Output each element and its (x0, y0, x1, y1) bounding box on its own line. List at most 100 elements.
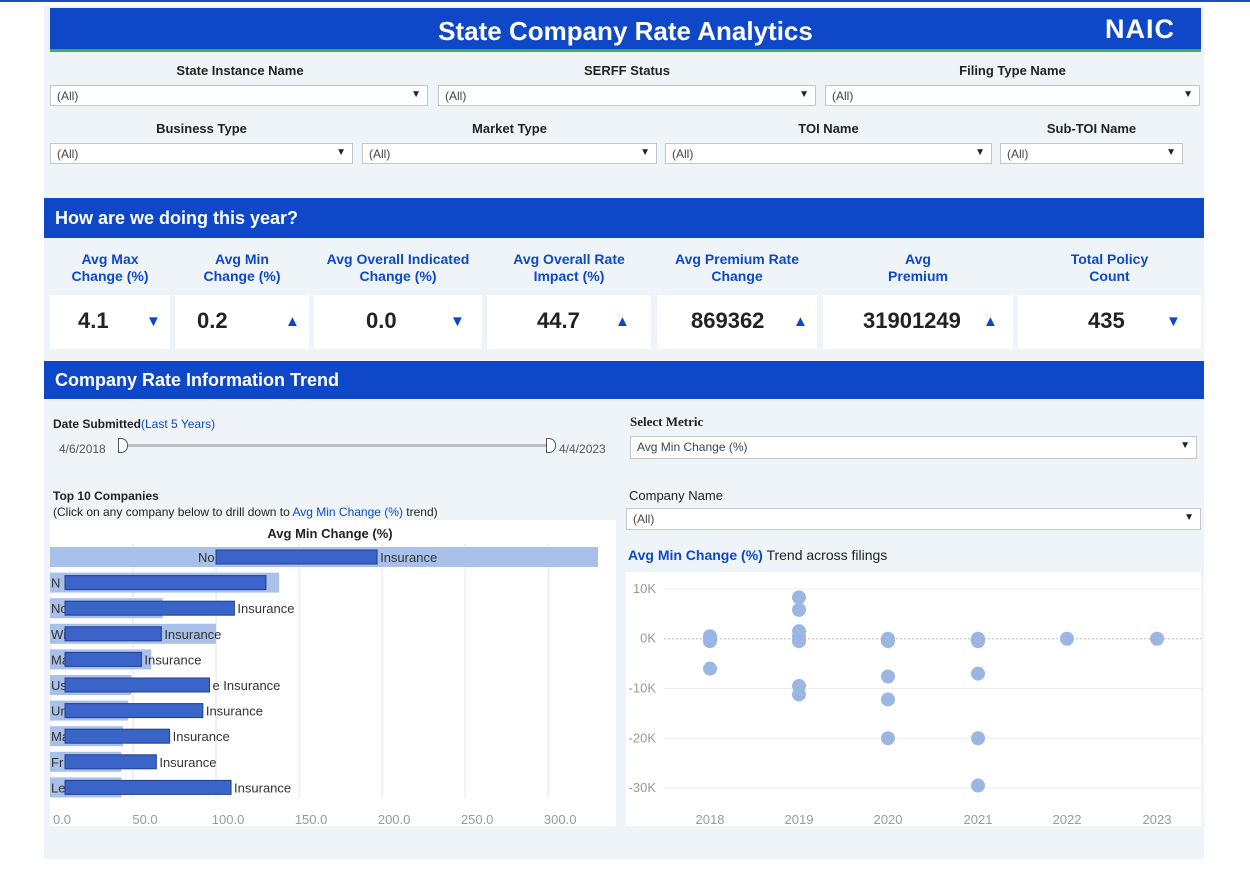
data-point[interactable] (792, 687, 806, 702)
data-point[interactable] (792, 634, 806, 649)
kpi-label-line2: Impact (%) (533, 268, 605, 284)
bar-value[interactable] (215, 549, 378, 565)
bar-value[interactable] (64, 677, 210, 693)
data-point[interactable] (881, 669, 895, 684)
filter-value: (All) (672, 147, 694, 161)
data-point[interactable] (971, 634, 985, 649)
bar-label: Insurance (206, 704, 263, 719)
x-tick-label: 50.0 (132, 812, 157, 826)
filter-label-serff-status: SERFF Status (584, 63, 670, 78)
kpi-label-line2: Count (1089, 268, 1130, 284)
kpi-value: 0.0 (366, 308, 397, 333)
company-name-value: (All) (633, 512, 655, 526)
bar-value[interactable] (64, 703, 204, 719)
data-point[interactable] (703, 661, 717, 676)
x-tick-label: 150.0 (295, 812, 328, 826)
bar-value[interactable] (64, 779, 232, 795)
date-filter-label: Date Submitted(Last 5 Years) (53, 417, 215, 431)
kpi-card-avg-premium[interactable]: 31901249 ▲ (823, 295, 1013, 349)
filter-serff-status[interactable]: (All) ▼ (438, 85, 816, 106)
data-point[interactable] (1060, 631, 1074, 646)
dropdown-arrow-icon: ▼ (1183, 89, 1193, 100)
dropdown-arrow-icon: ▼ (640, 147, 650, 158)
x-tick-label: 2023 (1143, 812, 1172, 826)
company-label[interactable]: No (198, 550, 215, 565)
filter-sub-toi-name[interactable]: (All) ▼ (1000, 143, 1183, 164)
dropdown-arrow-icon: ▼ (411, 89, 421, 100)
up-arrow-icon: ▲ (793, 313, 808, 330)
date-filter-title: Date Submitted (53, 417, 142, 431)
bar-label: Insurance (173, 729, 230, 744)
data-point[interactable] (881, 692, 895, 707)
kpi-label-line1: Avg Overall Rate (513, 251, 625, 267)
section-header-trend: Company Rate Information Trend (44, 361, 1204, 399)
data-point[interactable] (792, 590, 806, 605)
top10-hint: (Click on any company below to drill dow… (53, 505, 438, 519)
kpi-label-avg-max-change: Avg Max Change (%) (50, 251, 170, 285)
trend-metric: Avg Min Change (%) (628, 547, 763, 563)
kpi-card-avg-overall-indicated[interactable]: 0.0 ▼ (314, 295, 482, 349)
trend-chart-title: Avg Min Change (%) Trend across filings (628, 547, 887, 563)
data-point[interactable] (703, 634, 717, 649)
data-point[interactable] (1150, 631, 1164, 646)
kpi-card-avg-min-change[interactable]: 0.2 ▲ (175, 295, 309, 349)
company-label[interactable]: Wi (51, 627, 66, 642)
bar-value[interactable] (64, 626, 162, 642)
kpi-card-avg-max-change[interactable]: 4.1 ▼ (50, 295, 170, 349)
kpi-label-line1: Total Policy (1070, 251, 1149, 267)
kpi-label-avg-premium: Avg Premium (823, 251, 1013, 285)
bar-label: Insurance (164, 627, 221, 642)
data-point[interactable] (971, 666, 985, 681)
bar-value[interactable] (64, 651, 142, 667)
dropdown-arrow-icon: ▼ (1184, 512, 1194, 523)
filter-market-type[interactable]: (All) ▼ (362, 143, 657, 164)
bar-value[interactable] (64, 728, 171, 744)
kpi-label-line1: Avg Max (81, 251, 139, 267)
filter-value: (All) (445, 89, 467, 103)
filter-filing-type[interactable]: (All) ▼ (825, 85, 1200, 106)
trend-scatter-chart: 10K 0K -10K -20K -30K 2018 2019 2020 2021 2022 202… (629, 581, 1201, 827)
filter-value: (All) (369, 147, 391, 161)
filter-state-instance[interactable]: (All) ▼ (50, 85, 428, 106)
data-point[interactable] (792, 602, 806, 617)
kpi-card-avg-overall-rate-impact[interactable]: 44.7 ▲ (487, 295, 651, 349)
company-label[interactable]: N (51, 576, 60, 591)
dropdown-arrow-icon: ▼ (1166, 147, 1176, 158)
data-point[interactable] (881, 731, 895, 746)
x-tick-label: 2018 (696, 812, 725, 826)
trend-scatter-chart-panel: 10K 0K -10K -20K -30K 2018 2019 2020 2021 2022 202… (626, 572, 1201, 827)
company-name-dropdown[interactable]: (All) ▼ (626, 508, 1201, 530)
filter-label-market-type: Market Type (472, 121, 547, 136)
kpi-label-line1: Avg Premium Rate (675, 251, 799, 267)
up-arrow-icon: ▲ (615, 313, 630, 330)
top10-title: Top 10 Companies (53, 489, 159, 503)
kpi-label-line1: Avg Min (215, 251, 269, 267)
kpi-label-line2: Premium (888, 268, 948, 284)
kpi-value: 869362 (691, 308, 765, 333)
y-tick-label: 0K (640, 631, 656, 646)
x-tick-label: 2022 (1053, 812, 1082, 826)
data-point[interactable] (881, 634, 895, 649)
data-point[interactable] (971, 731, 985, 746)
filter-toi-name[interactable]: (All) ▼ (665, 143, 992, 164)
kpi-card-avg-premium-rate-change[interactable]: 869362 ▲ (657, 295, 817, 349)
bar-value[interactable] (64, 754, 157, 770)
kpi-label-total-policy-count: Total Policy Count (1018, 251, 1201, 285)
kpi-label-line2: Change (711, 268, 763, 284)
date-slider-track[interactable] (127, 444, 548, 447)
select-metric-dropdown[interactable]: Avg Min Change (%) ▼ (630, 436, 1197, 459)
top10-bar-chart: Avg Min Change (%) 0.0 50.0 100.0 150.0 200.0… (49, 526, 598, 827)
bar-label: Insurance (380, 550, 437, 565)
data-point[interactable] (971, 778, 985, 793)
company-label[interactable]: Le (51, 780, 65, 795)
filter-business-type[interactable]: (All) ▼ (50, 143, 353, 164)
x-tick-label: 2019 (785, 812, 814, 826)
company-label[interactable]: Fr (51, 755, 64, 770)
kpi-label-line2: Change (%) (71, 268, 149, 284)
up-arrow-icon: ▲ (983, 313, 998, 330)
date-end-value: 4/4/2023 (559, 442, 606, 456)
bar-value[interactable] (64, 575, 267, 591)
kpi-card-total-policy-count[interactable]: 435 ▼ (1018, 295, 1201, 349)
bar-label: Insurance (237, 601, 294, 616)
bar-value[interactable] (64, 600, 235, 616)
